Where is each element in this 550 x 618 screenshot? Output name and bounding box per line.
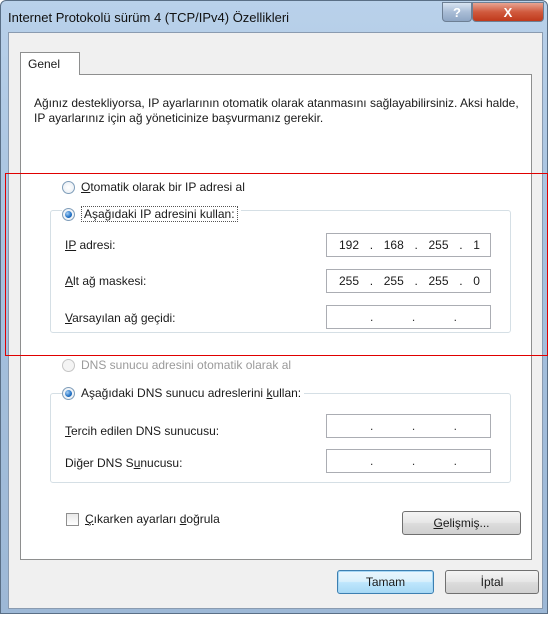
manual-ip-radio-label: Aşağıdaki IP adresini kullan: xyxy=(81,206,238,222)
subnet-mask-input[interactable]: 255. 255. 255. 0 xyxy=(326,269,491,293)
ip-octet: 255 xyxy=(428,274,449,288)
ip-octet: 255 xyxy=(428,238,449,252)
ip-octet: 192 xyxy=(339,238,360,252)
tab-label: Genel xyxy=(28,57,61,71)
close-icon: X xyxy=(503,4,513,20)
auto-ip-radio[interactable]: Otomatik olarak bir IP adresi al xyxy=(62,180,245,194)
title-bar[interactable]: Internet Protokolü sürüm 4 (TCP/IPv4) Öz… xyxy=(1,1,547,33)
close-button[interactable]: X xyxy=(472,2,544,22)
validate-on-exit-checkbox[interactable]: Çıkarken ayarları doğrula xyxy=(66,512,220,526)
manual-dns-radio-label: Aşağıdaki DNS sunucu adreslerini kullan: xyxy=(81,386,302,400)
auto-dns-radio-label: DNS sunucu adresini otomatik olarak al xyxy=(81,358,292,372)
ip-octet: 0 xyxy=(473,274,480,288)
ok-button-label: Tamam xyxy=(365,575,406,589)
ok-button[interactable]: Tamam xyxy=(337,570,434,594)
manual-dns-radio[interactable]: Aşağıdaki DNS sunucu adreslerini kullan: xyxy=(62,386,305,400)
default-gateway-label: Varsayılan ağ geçidi: xyxy=(65,311,176,325)
auto-dns-radio[interactable]: DNS sunucu adresini otomatik olarak al xyxy=(62,358,291,372)
preferred-dns-input[interactable]: ... xyxy=(326,414,491,438)
radio-unchecked-icon xyxy=(62,180,75,194)
advanced-button[interactable]: Gelişmiş... xyxy=(402,511,521,535)
cancel-button-label: İptal xyxy=(480,575,504,589)
alternate-dns-input[interactable]: ... xyxy=(326,449,491,473)
radio-disabled-icon xyxy=(62,358,75,372)
alternate-dns-label: Diğer DNS Sunucusu: xyxy=(65,456,183,470)
default-gateway-input[interactable]: ... xyxy=(326,305,491,329)
auto-ip-radio-label: Otomatik olarak bir IP adresi al xyxy=(81,180,245,194)
ip-octet: 255 xyxy=(339,274,360,288)
ip-octet: 1 xyxy=(473,238,480,252)
help-button[interactable]: ? xyxy=(442,2,472,22)
ip-address-input[interactable]: 192. 168. 255. 1 xyxy=(326,233,491,257)
checkbox-unchecked-icon xyxy=(66,512,79,526)
tab-genel[interactable]: Genel xyxy=(20,52,80,75)
radio-checked-icon xyxy=(62,386,75,400)
validate-on-exit-label: Çıkarken ayarları doğrula xyxy=(85,512,220,526)
description-text: Ağınız destekliyorsa, IP ayarlarının oto… xyxy=(34,96,519,125)
advanced-button-label: Gelişmiş... xyxy=(433,516,490,530)
help-icon: ? xyxy=(453,4,461,20)
subnet-mask-label: Alt ağ maskesi: xyxy=(65,274,147,288)
manual-ip-radio[interactable]: Aşağıdaki IP adresini kullan: xyxy=(62,206,241,222)
preferred-dns-label: Tercih edilen DNS sunucusu: xyxy=(65,424,220,438)
window-title: Internet Protokolü sürüm 4 (TCP/IPv4) Öz… xyxy=(8,10,290,25)
cancel-button[interactable]: İptal xyxy=(445,570,539,594)
ip-octet: 255 xyxy=(383,274,404,288)
ip-address-label: IP adresi: xyxy=(65,238,116,252)
ip-octet: 168 xyxy=(383,238,404,252)
radio-checked-icon xyxy=(62,207,75,221)
